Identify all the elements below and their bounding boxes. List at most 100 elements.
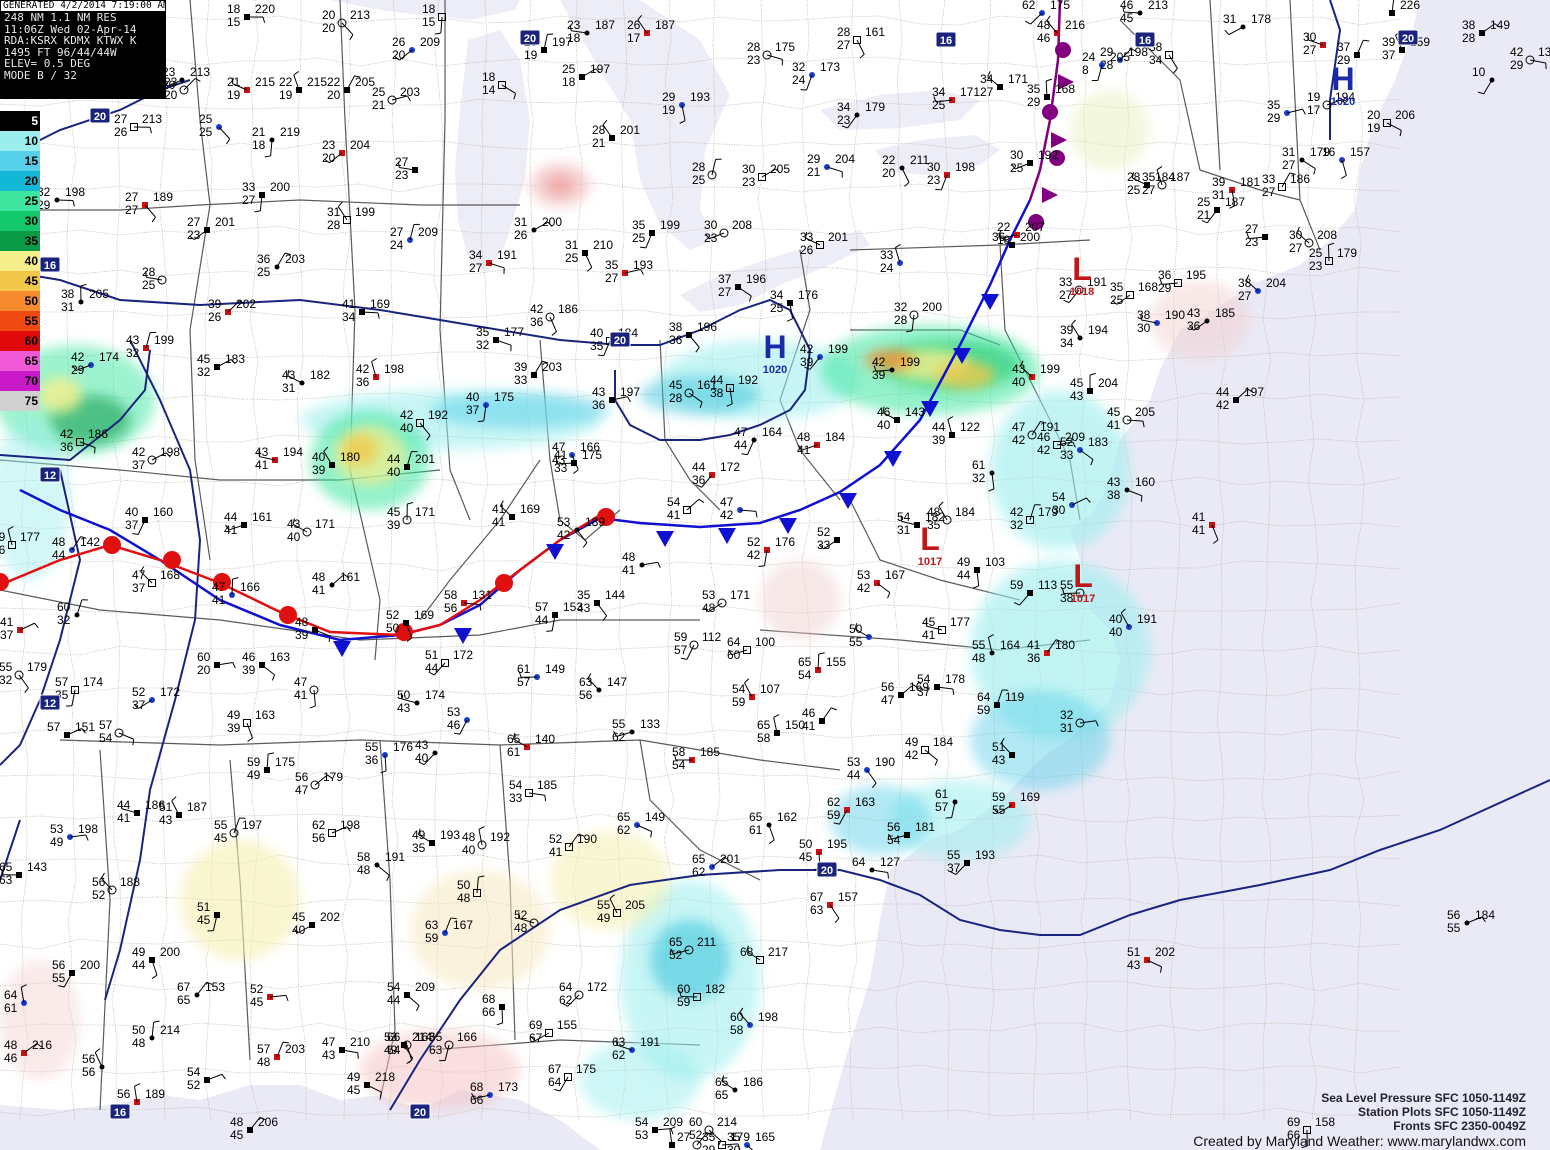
station-dewpoint: 28 [327,218,341,232]
radar-echo [38,377,82,413]
station-dewpoint: 64 [548,1075,562,1089]
station-pressure: 177 [20,530,40,544]
station-plot: 3525 168 [1110,280,1158,307]
station-temperature: 44 [932,420,946,434]
station-temperature: 51 [425,648,439,662]
station-temperature: 43 [282,368,296,382]
station-plot: 2119 215 [227,75,275,102]
station-dewpoint: 33 [817,538,831,552]
station-temperature: 65 [692,852,706,866]
station-dewpoint: 42 [747,548,761,562]
station-dewpoint: 40 [287,530,301,544]
station-temperature: 46 [802,706,816,720]
wind-barb [71,689,76,706]
station-pressure: 167 [453,918,473,932]
station-temperature: 49 [347,1070,361,1084]
station-temperature: 51 [197,900,211,914]
station-temperature: 54 [917,672,931,686]
station-temperature: 54 [635,1115,649,1129]
station-plot: 3327 186 [1262,172,1310,199]
station-dewpoint: 25 [1127,183,1141,197]
shield-number: 12 [44,470,56,482]
station-temperature: 23 [164,75,178,89]
pressure-center-value: 1017 [918,556,942,568]
station-temperature: 43 [126,333,140,347]
station-dewpoint: 27 [1289,241,1303,255]
station-pressure: 201 [828,230,848,244]
legend-level: 5 [0,111,40,131]
station-pressure: 186 [1290,172,1310,186]
station-temperature: 41 [0,615,14,629]
wind-barb-flag [1363,39,1370,42]
station-plot: 5536 176 [365,740,413,774]
station-temperature: 65 [715,1075,729,1089]
station-temperature: 60 [197,650,211,664]
wind-barb-flag [544,795,547,802]
station-temperature: 69 [529,1018,543,1032]
station-pressure: 163 [855,795,875,809]
station-plot: 4639 163 [242,650,290,681]
wind-barb-flag [657,562,661,568]
station-pressure: 191 [640,1035,660,1049]
station-temperature: 42 [132,445,146,459]
warm-front-lobe [495,574,513,592]
station-plot: 6866 [482,992,505,1026]
wind-barb-flag [818,652,825,655]
station-temperature: 54 [667,495,681,509]
station-pressure: 153 [205,980,225,994]
station-pressure: 208 [732,218,752,232]
wind-barb-flag [887,872,889,879]
wind-barb-flag [72,200,75,207]
station-plot: 5754 [99,718,135,746]
station-temperature: 44 [224,510,238,524]
station-plot: 2118 219 [252,125,300,158]
station-dewpoint: 40 [877,418,891,432]
station-temperature: 48 [52,535,66,549]
station-dewpoint: 59 [732,695,746,709]
station-temperature: 53 [447,705,461,719]
station-temperature: 64 [977,690,991,704]
station-plot: 6554 155 [798,652,846,682]
station-pressure: 144 [605,588,625,602]
station-plot: 4741 [294,675,319,709]
station-dewpoint: 41 [294,688,308,702]
station-pressure: 198 [340,818,360,832]
station-plot: 3527 193 [605,258,653,285]
wind-barb [533,361,543,376]
station-dewpoint: 55 [849,635,863,649]
station-temperature: 52 [386,608,400,622]
station-pressure: 100 [755,635,775,649]
station-pressure: 190 [875,755,895,769]
station-pressure: 186 [558,302,578,316]
station-plot: 4543 204 [1070,372,1118,403]
station-temperature: 65 [617,810,631,824]
station-temperature: 63 [579,675,593,689]
station-temperature: 55 [1060,578,1074,592]
station-temperature: 45 [1070,376,1084,390]
station-temperature: 53 [557,515,571,529]
station-temperature: 31 [327,205,341,219]
station-pressure: 149 [545,662,565,676]
cold-front-barb [546,544,564,560]
station-pressure: 189 [585,515,605,529]
interstate-shield: 20 [1397,29,1419,46]
wind-barb [768,824,775,841]
radar-info-panel: GENERATED 4/2/2014 7:19:00 AM EDT 248 NM… [0,0,166,99]
slp-caption: Sea Level Pressure SFC 1050-1149Z [1321,1091,1526,1105]
station-pressure: 215 [307,75,327,89]
station-pressure: 172 [720,460,740,474]
station-pressure: 205 [1135,405,1155,419]
station-temperature: 42 [1510,45,1524,59]
station-temperature: 52 [747,535,761,549]
station-plot: 2723 [395,155,418,182]
wind-barb [641,561,658,566]
station-dewpoint: 33 [554,461,568,475]
station-pressure: 203 [285,1042,305,1056]
station-temperature: 59 [1010,578,1024,592]
station-temperature: 33 [800,230,814,244]
station-dewpoint: 30 [1137,321,1151,335]
station-pressure: 194 [283,445,303,459]
station-dewpoint: 49 [597,911,611,925]
station-temperature: 42 [800,342,814,356]
station-pressure: 205 [770,162,790,176]
